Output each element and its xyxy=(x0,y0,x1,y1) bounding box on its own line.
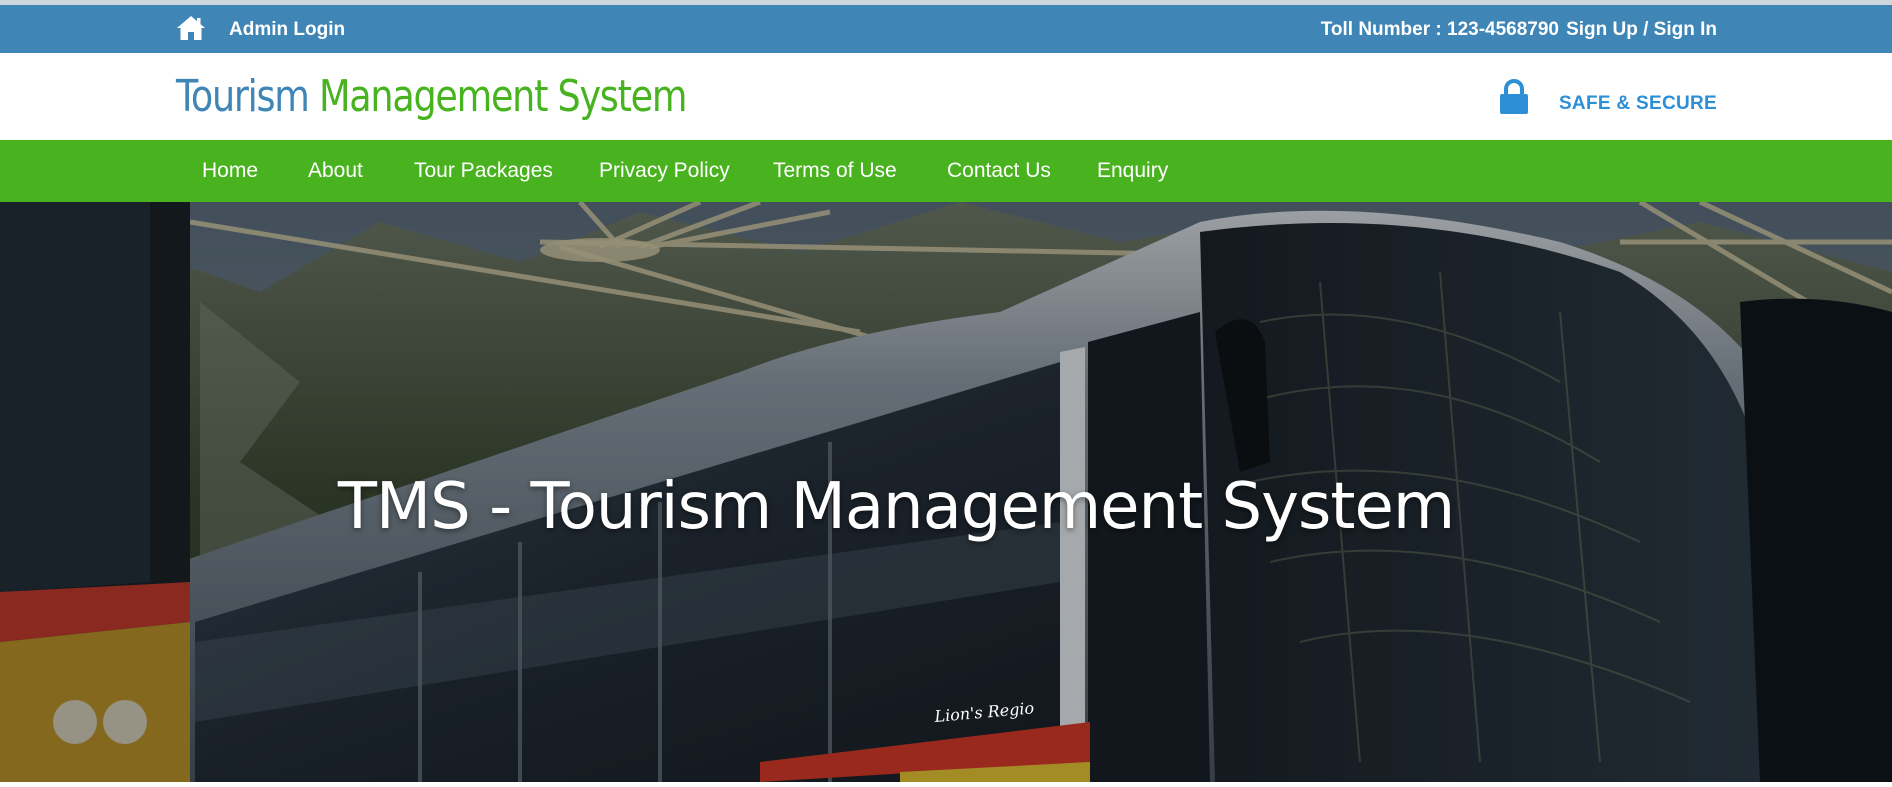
signup-signin-link[interactable]: Sign Up / Sign In xyxy=(1566,19,1717,41)
nav-contact-us[interactable]: Contact Us xyxy=(947,159,1051,183)
nav-about[interactable]: About xyxy=(308,159,363,183)
site-logo-title[interactable]: Tourism Management System xyxy=(176,71,687,122)
toll-number: Toll Number : 123-4568790 xyxy=(1320,19,1559,40)
admin-login-link[interactable]: Admin Login xyxy=(229,19,345,41)
nav-privacy-policy[interactable]: Privacy Policy xyxy=(599,159,730,183)
brand-word-tourism: Tourism xyxy=(176,71,310,122)
top-info-bar: Admin Login Toll Number : 123-4568790 Si… xyxy=(0,5,1892,53)
home-icon[interactable] xyxy=(176,15,206,41)
main-nav: Home About Tour Packages Privacy Policy … xyxy=(0,140,1892,202)
nav-tour-packages[interactable]: Tour Packages xyxy=(414,159,553,183)
site-header: Tourism Management System SAFE & SECURE xyxy=(0,53,1892,140)
lock-icon xyxy=(1500,79,1528,114)
hero-title: TMS - Tourism Management System xyxy=(337,470,1455,544)
hero-banner: Lion's Regio TMS - Tourism Management Sy… xyxy=(0,202,1892,782)
brand-word-management-system: Management System xyxy=(319,71,687,122)
nav-terms-of-use[interactable]: Terms of Use xyxy=(773,159,897,183)
nav-home[interactable]: Home xyxy=(202,159,258,183)
nav-enquiry[interactable]: Enquiry xyxy=(1097,159,1168,183)
safe-secure-label: SAFE & SECURE xyxy=(1558,93,1717,114)
bottom-strip xyxy=(0,782,1892,787)
